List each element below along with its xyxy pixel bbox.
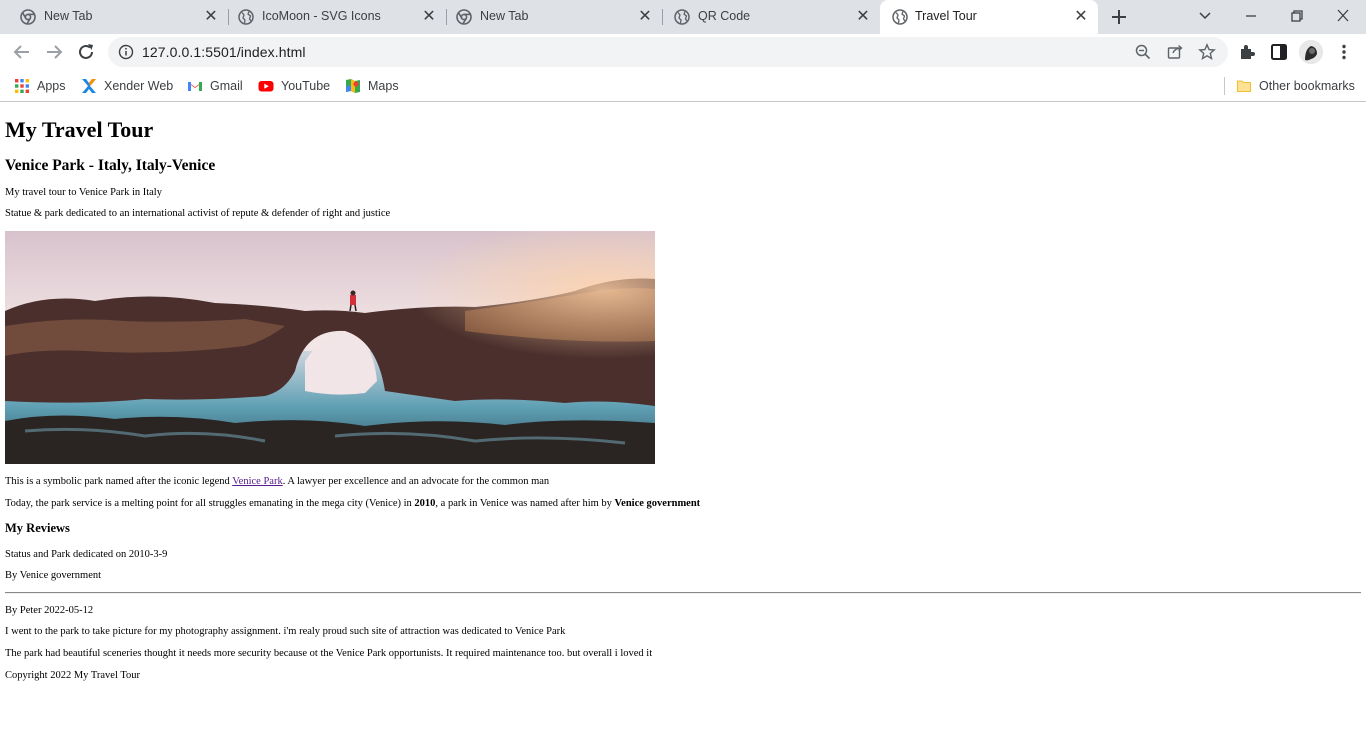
bookmarks-bar: Apps Xender Web Gmail YouTube Maps Other… bbox=[0, 70, 1366, 102]
side-panel-icon[interactable] bbox=[1269, 42, 1289, 62]
apps-grid-icon bbox=[15, 79, 29, 93]
page-content: My Travel Tour Venice Park - Italy, Ital… bbox=[0, 103, 1366, 738]
restore-icon bbox=[1291, 10, 1303, 22]
puzzle-piece-icon[interactable] bbox=[1237, 42, 1257, 62]
zoom-out-icon[interactable] bbox=[1134, 43, 1152, 61]
bookmark-maps[interactable]: Maps bbox=[345, 76, 399, 96]
today-paragraph: Today, the park service is a melting poi… bbox=[5, 498, 700, 509]
close-icon[interactable]: ✕ bbox=[636, 8, 654, 26]
bookmark-label: YouTube bbox=[281, 79, 331, 93]
plus-icon bbox=[1112, 10, 1126, 24]
arrow-left-icon bbox=[13, 45, 29, 59]
new-tab-button[interactable] bbox=[1108, 6, 1130, 28]
tab-icomoon[interactable]: IcoMoon - SVG Icons ✕ bbox=[218, 0, 446, 34]
rock-arch-image bbox=[5, 231, 655, 464]
tab-qr-code[interactable]: QR Code ✕ bbox=[654, 0, 880, 34]
kebab-menu-icon[interactable] bbox=[1334, 42, 1354, 62]
tab-travel-tour[interactable]: Travel Tour ✕ bbox=[880, 0, 1098, 34]
info-icon[interactable] bbox=[118, 44, 134, 60]
reviews-heading: My Reviews bbox=[5, 521, 70, 535]
bookmark-label: Apps bbox=[37, 79, 66, 93]
tab-title: New Tab bbox=[44, 9, 93, 23]
by-government-text: By Venice government bbox=[5, 570, 102, 581]
reload-button[interactable] bbox=[74, 40, 98, 64]
today-text-start: Today, the park service is a melting poi… bbox=[5, 498, 415, 509]
arrow-right-icon bbox=[47, 45, 63, 59]
minimize-button[interactable] bbox=[1239, 5, 1263, 27]
venice-park-link[interactable]: Venice Park bbox=[232, 476, 282, 487]
folder-icon bbox=[1237, 80, 1251, 92]
divider bbox=[5, 592, 1361, 594]
chevron-down-icon bbox=[1199, 12, 1211, 20]
bookmark-xender-web[interactable]: Xender Web bbox=[81, 76, 173, 96]
globe-icon bbox=[238, 9, 254, 25]
symbolic-paragraph: This is a symbolic park named after the … bbox=[5, 476, 549, 487]
bookmark-label: Xender Web bbox=[104, 79, 174, 93]
address-bar[interactable]: 127.0.0.1:5501/index.html bbox=[108, 37, 1228, 67]
url-text[interactable]: 127.0.0.1:5501/index.html bbox=[142, 44, 306, 60]
tab-strip: New Tab ✕ IcoMoon - SVG Icons ✕ New Tab … bbox=[0, 0, 1366, 34]
tab-title: Travel Tour bbox=[915, 9, 977, 23]
close-window-button[interactable] bbox=[1331, 5, 1355, 27]
chrome-icon bbox=[456, 9, 472, 25]
close-icon[interactable]: ✕ bbox=[1072, 8, 1090, 26]
minimize-icon bbox=[1246, 15, 1256, 17]
review-text-2: The park had beautiful sceneries thought… bbox=[5, 648, 653, 659]
avatar[interactable] bbox=[1299, 40, 1323, 64]
bookmark-youtube[interactable]: YouTube bbox=[258, 76, 330, 96]
year-bold: 2010 bbox=[414, 498, 436, 509]
page-subtitle: Venice Park - Italy, Italy-Venice bbox=[5, 157, 216, 174]
back-button[interactable] bbox=[10, 40, 34, 64]
bookmark-label: Other bookmarks bbox=[1259, 79, 1355, 93]
copyright-text: Copyright 2022 My Travel Tour bbox=[5, 670, 140, 681]
gmail-icon bbox=[188, 82, 202, 91]
tab-search-button[interactable] bbox=[1193, 5, 1217, 27]
forward-button[interactable] bbox=[42, 40, 66, 64]
bookmark-gmail[interactable]: Gmail bbox=[187, 76, 243, 96]
review-author: By Peter 2022-05-12 bbox=[5, 605, 94, 616]
tab-title: New Tab bbox=[480, 9, 529, 23]
globe-icon bbox=[892, 9, 908, 25]
globe-icon bbox=[674, 9, 690, 25]
profile-avatar-icon bbox=[1299, 40, 1323, 64]
bookmark-label: Gmail bbox=[210, 79, 243, 93]
browser-toolbar: 127.0.0.1:5501/index.html bbox=[0, 34, 1366, 70]
youtube-icon bbox=[258, 81, 274, 92]
symbolic-text-end: . A lawyer per excellence and an advocat… bbox=[282, 476, 550, 487]
page-title: My Travel Tour bbox=[5, 117, 154, 142]
share-icon[interactable] bbox=[1166, 43, 1184, 61]
government-bold: Venice government bbox=[614, 498, 701, 509]
bookmark-other-bookmarks[interactable]: Other bookmarks bbox=[1236, 76, 1355, 96]
dedicated-text: Status and Park dedicated on 2010-3-9 bbox=[5, 549, 168, 560]
review-text-1: I went to the park to take picture for m… bbox=[5, 626, 566, 637]
restore-button[interactable] bbox=[1285, 5, 1309, 27]
intro-text: My travel tour to Venice Park in Italy bbox=[5, 187, 162, 198]
close-icon[interactable]: ✕ bbox=[854, 8, 872, 26]
tab-new-tab-1[interactable]: New Tab ✕ bbox=[0, 0, 228, 34]
tab-title: IcoMoon - SVG Icons bbox=[262, 9, 381, 23]
maps-icon bbox=[346, 79, 360, 93]
statue-text: Statue & park dedicated to an internatio… bbox=[5, 208, 391, 219]
bookmark-label: Maps bbox=[368, 79, 399, 93]
symbolic-text-start: This is a symbolic park named after the … bbox=[5, 476, 233, 487]
chrome-icon bbox=[20, 9, 36, 25]
close-icon bbox=[1337, 9, 1349, 22]
park-photo bbox=[5, 231, 655, 464]
bookmarks-separator bbox=[1224, 77, 1225, 95]
tab-new-tab-2[interactable]: New Tab ✕ bbox=[436, 0, 664, 34]
bookmark-apps[interactable]: Apps bbox=[14, 76, 66, 96]
tab-title: QR Code bbox=[698, 9, 751, 23]
reload-icon bbox=[79, 44, 93, 59]
xender-icon bbox=[82, 79, 96, 93]
today-text-middle: , a park in Venice was named after him b… bbox=[435, 498, 615, 509]
star-icon[interactable] bbox=[1198, 43, 1216, 61]
